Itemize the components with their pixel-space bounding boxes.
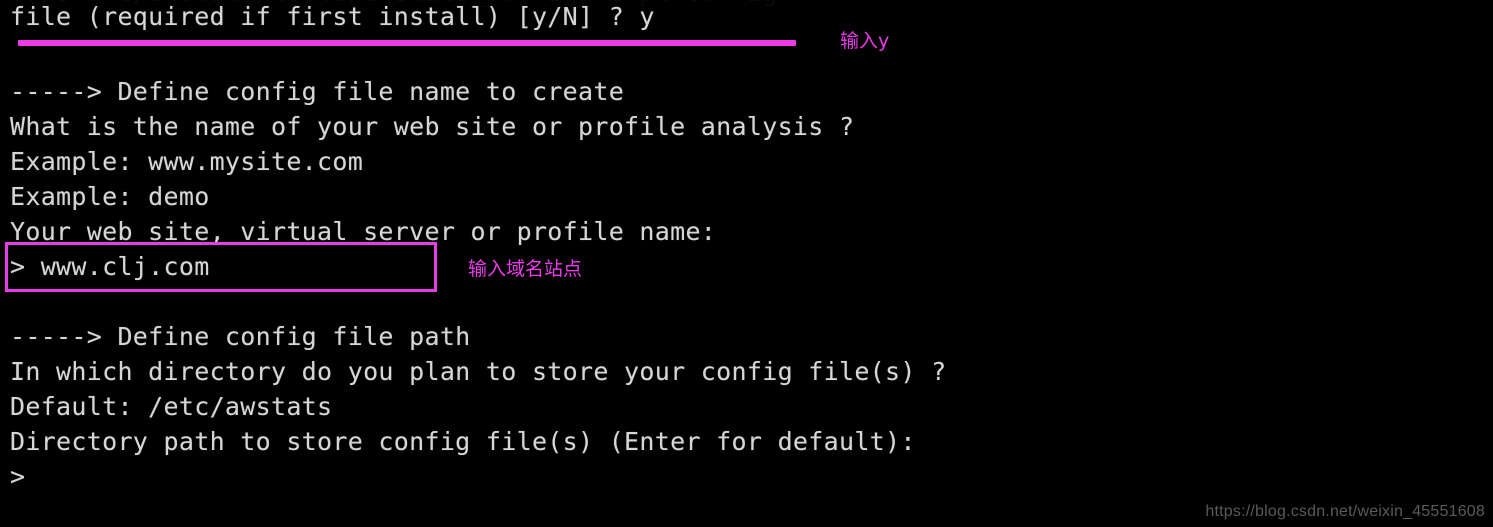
terminal-line-site-question: What is the name of your web site or pro… bbox=[10, 112, 855, 141]
csdn-watermark: https://blog.csdn.net/weixin_45551608 bbox=[1205, 503, 1485, 520]
terminal-line-define-config-name: -----> Define config file name to create bbox=[10, 77, 625, 106]
terminal-input-directory-path[interactable]: > bbox=[10, 462, 25, 492]
annotation-label-enter-domain: 输入域名站点 bbox=[468, 258, 583, 280]
annotation-underline-answer bbox=[18, 40, 796, 46]
terminal-line-define-config-path: -----> Define config file path bbox=[10, 322, 471, 351]
terminal-line-example-site: Example: www.mysite.com bbox=[10, 147, 364, 176]
annotation-label-enter-y: 输入y bbox=[840, 30, 890, 52]
terminal-line-example-demo: Example: demo bbox=[10, 182, 210, 211]
terminal-line-install-prompt: file (required if first install) [y/N] ?… bbox=[10, 2, 655, 31]
terminal-line-directory-question: In which directory do you plan to store … bbox=[10, 357, 947, 386]
terminal-input-site-name[interactable]: > www.clj.com bbox=[10, 252, 210, 282]
terminal-window: sr/share/awstats/tools/awstats_configure… bbox=[0, 0, 1493, 527]
terminal-line-default-path: Default: /etc/awstats bbox=[10, 392, 333, 421]
terminal-line-directory-prompt-label: Directory path to store config file(s) (… bbox=[10, 427, 916, 456]
